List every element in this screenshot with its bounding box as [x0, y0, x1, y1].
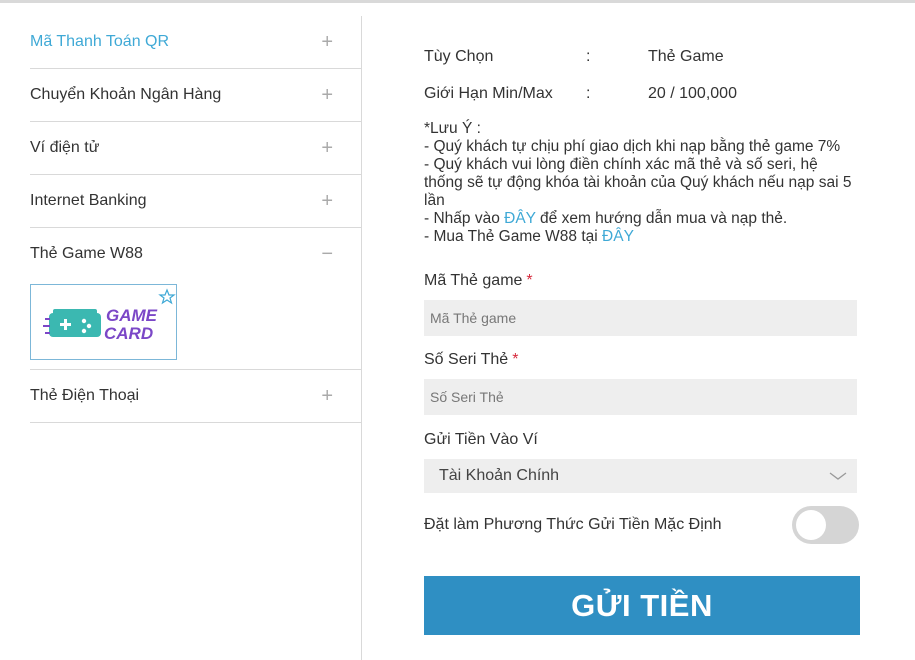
serial-label: Số Seri Thẻ *: [424, 351, 518, 369]
required-mark: *: [512, 351, 519, 368]
label-text: Mã Thẻ game: [424, 272, 523, 289]
notice-text: - Nhấp vào: [424, 210, 505, 227]
notice-text: - Mua Thẻ Game W88 tại: [424, 228, 603, 245]
serial-input[interactable]: [424, 379, 857, 415]
option-value: Thẻ Game: [648, 48, 724, 65]
star-icon: [158, 288, 176, 305]
required-mark: *: [526, 272, 533, 289]
sidebar-item-label: Ví điện tử: [30, 139, 100, 156]
card-code-input[interactable]: [424, 300, 857, 336]
option-label: Tùy Chọn: [424, 48, 494, 65]
logo-text-game: GAME: [106, 306, 158, 325]
separator: :: [586, 85, 591, 102]
chevron-down-icon: [829, 472, 847, 480]
default-method-toggle[interactable]: [792, 506, 859, 544]
sidebar-item-label: Thẻ Điện Thoại: [30, 387, 140, 404]
sidebar-item-label: Chuyển Khoản Ngân Hàng: [30, 86, 222, 103]
game-card-logo: GAME CARD: [43, 288, 176, 343]
plus-icon: +: [321, 84, 333, 106]
card-code-label: Mã Thẻ game *: [424, 272, 533, 290]
sidebar-item-bank-transfer[interactable]: Chuyển Khoản Ngân Hàng +: [30, 69, 361, 122]
limit-label: Giới Hạn Min/Max: [424, 85, 553, 102]
column-divider: [361, 16, 362, 660]
label-text: Số Seri Thẻ: [424, 351, 509, 368]
plus-icon: +: [321, 137, 333, 159]
top-border: [0, 0, 915, 3]
notice-text: để xem hướng dẫn mua và nạp thẻ.: [535, 210, 788, 227]
notice-title: *Lưu Ý :: [424, 120, 481, 137]
wallet-select[interactable]: Tài Khoản Chính: [424, 459, 857, 493]
notice-line: - Quý khách vui lòng điền chính xác mã t…: [424, 156, 852, 209]
notice-block: *Lưu Ý : - Quý khách tự chịu phí giao dị…: [424, 120, 860, 246]
notice-line: - Mua Thẻ Game W88 tại ĐÂY: [424, 228, 860, 246]
payment-method-sidebar: Mã Thanh Toán QR + Chuyển Khoản Ngân Hàn…: [30, 16, 361, 423]
plus-icon: +: [321, 31, 333, 53]
sidebar-item-qr-payment[interactable]: Mã Thanh Toán QR +: [30, 16, 361, 69]
default-method-label: Đặt làm Phương Thức Gửi Tiền Mặc Định: [424, 516, 722, 533]
game-card-option[interactable]: GAME CARD: [30, 284, 177, 360]
limit-value: 20 / 100,000: [648, 85, 737, 102]
sidebar-item-label: Mã Thanh Toán QR: [30, 33, 170, 50]
sidebar-item-label: Internet Banking: [30, 192, 147, 209]
minus-icon: −: [321, 243, 333, 265]
logo-text-card: CARD: [104, 324, 153, 343]
plus-icon: +: [321, 190, 333, 212]
separator: :: [586, 48, 591, 65]
guide-link[interactable]: ĐÂY: [504, 210, 536, 227]
notice-line: - Nhấp vào ĐÂY để xem hướng dẫn mua và n…: [424, 210, 860, 228]
notice-line: - Quý khách tự chịu phí giao dịch khi nạ…: [424, 138, 841, 155]
plus-icon: +: [321, 385, 333, 407]
wallet-label: Gửi Tiền Vào Ví: [424, 431, 538, 448]
wallet-selected-value: Tài Khoản Chính: [439, 467, 560, 484]
sidebar-item-game-card[interactable]: Thẻ Game W88 −: [30, 228, 361, 280]
toggle-knob: [796, 510, 826, 540]
submit-deposit-button[interactable]: GỬI TIỀN: [424, 576, 860, 635]
buy-card-link[interactable]: ĐÂY: [602, 228, 634, 245]
sidebar-item-phone-card[interactable]: Thẻ Điện Thoại +: [30, 370, 361, 423]
game-card-options: GAME CARD: [30, 280, 361, 370]
sidebar-item-internet-banking[interactable]: Internet Banking +: [30, 175, 361, 228]
sidebar-item-label: Thẻ Game W88: [30, 245, 143, 262]
sidebar-item-e-wallet[interactable]: Ví điện tử +: [30, 122, 361, 175]
